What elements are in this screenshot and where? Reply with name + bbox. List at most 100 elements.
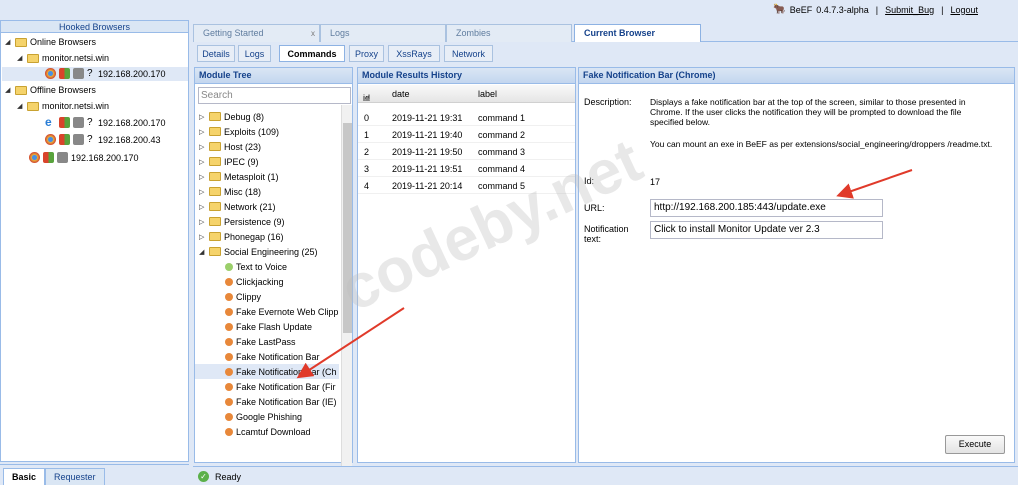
url-label: URL: xyxy=(584,203,605,213)
expand-icon[interactable]: ◢ xyxy=(5,38,12,46)
expand-icon[interactable]: ◢ xyxy=(17,54,24,62)
table-row[interactable]: 4 2019-11-21 20:14 command 5 xyxy=(358,177,575,194)
submit-bug-link[interactable]: Submit_Bug xyxy=(885,5,934,15)
url-field[interactable]: http://192.168.200.185:443/update.exe xyxy=(650,199,883,217)
online-browsers-node[interactable]: ◢ Online Browsers xyxy=(5,37,96,47)
tree-folder-host[interactable]: ▷ Host (23) xyxy=(199,139,339,154)
table-row[interactable]: 3 2019-11-21 19:51 command 4 xyxy=(358,160,575,177)
folder-icon xyxy=(209,142,221,151)
table-row[interactable]: 2 2019-11-21 19:50 command 3 xyxy=(358,143,575,160)
module-item[interactable]: Fake Notification Bar xyxy=(195,349,339,364)
tab-zombies[interactable]: Zombies xyxy=(446,24,572,42)
tab-getting-started[interactable]: Getting Started x xyxy=(193,24,320,42)
folder-icon xyxy=(209,187,221,196)
left-tab-strip: Basic Requester xyxy=(0,464,189,485)
execute-button[interactable]: Execute xyxy=(945,435,1005,454)
module-item[interactable]: Lcamtuf Download xyxy=(195,424,339,439)
logout-link[interactable]: Logout xyxy=(950,5,978,15)
module-item[interactable]: Fake Notification Bar (Fir xyxy=(195,379,339,394)
module-item[interactable]: Fake Flash Update xyxy=(195,319,339,334)
tree-folder-social-engineering[interactable]: ◢ Social Engineering (25) xyxy=(199,244,339,259)
tree-folder-persistence[interactable]: ▷ Persistence (9) xyxy=(199,214,339,229)
module-label: Google Phishing xyxy=(236,411,303,422)
subtab-commands[interactable]: Commands xyxy=(279,45,345,62)
online-browsers-label: Online Browsers xyxy=(30,37,97,47)
module-item[interactable]: Clippy xyxy=(195,289,339,304)
tab-basic[interactable]: Basic xyxy=(3,468,46,485)
browser-ip: 192.168.200.170 xyxy=(71,152,139,163)
id-label: Id: xyxy=(584,176,595,186)
tree-folder-misc[interactable]: ▷ Misc (18) xyxy=(199,184,339,199)
cell-label: command 4 xyxy=(478,164,526,174)
tab-current-browser[interactable]: Current Browser xyxy=(574,24,701,42)
tree-folder-ipec[interactable]: ▷ IPEC (9) xyxy=(199,154,339,169)
tree-folder-phonegap[interactable]: ▷ Phonegap (16) xyxy=(199,229,339,244)
subtab-proxy[interactable]: Proxy xyxy=(349,45,384,62)
tree-folder-exploits[interactable]: ▷ Exploits (109) xyxy=(199,124,339,139)
status-dot-icon xyxy=(225,352,233,361)
col-label[interactable]: label xyxy=(478,89,497,99)
tab-label: Getting Started xyxy=(203,28,264,38)
offline-browsers-node[interactable]: ◢ Offline Browsers xyxy=(5,85,96,95)
table-row[interactable]: 1 2019-11-21 19:40 command 2 xyxy=(358,126,575,143)
tree-folder-network[interactable]: ▷ Network (21) xyxy=(199,199,339,214)
offline-browser-item[interactable]: e ? 192.168.200.170 xyxy=(45,116,166,128)
cell-label: command 5 xyxy=(478,181,526,191)
module-label: Lcamtuf Download xyxy=(236,426,311,437)
close-icon[interactable]: x xyxy=(311,25,315,42)
description-text: Displays a fake notification bar at the … xyxy=(650,97,966,127)
table-row[interactable]: 0 2019-11-21 19:31 command 1 xyxy=(358,109,575,126)
notification-text-field[interactable]: Click to install Monitor Update ver 2.3 xyxy=(650,221,883,239)
module-item[interactable]: Fake LastPass xyxy=(195,334,339,349)
expand-icon[interactable]: ◢ xyxy=(17,102,24,110)
browser-sub-tabs: Details Logs Commands Proxy XssRays Netw… xyxy=(193,44,1018,64)
offline-host-node[interactable]: ◢ monitor.netsi.win xyxy=(17,101,109,111)
module-item[interactable]: Clickjacking xyxy=(195,274,339,289)
col-date[interactable]: date xyxy=(392,89,410,99)
module-details-panel: Fake Notification Bar (Chrome) Descripti… xyxy=(578,67,1015,463)
folder-label: IPEC (9) xyxy=(224,156,259,167)
cell-label: command 1 xyxy=(478,113,526,123)
folder-icon xyxy=(27,53,39,63)
module-item[interactable]: Fake Evernote Web Clipp xyxy=(195,304,339,319)
vertical-scrollbar[interactable] xyxy=(341,105,352,485)
folder-icon xyxy=(209,127,221,136)
folder-label: Phonegap (16) xyxy=(224,231,284,242)
tab-requester[interactable]: Requester xyxy=(45,468,105,485)
id-value: 17 xyxy=(650,177,661,187)
tree-folder-debug[interactable]: ▷ Debug (8) xyxy=(199,109,339,124)
status-dot-icon xyxy=(225,427,233,436)
windows-icon xyxy=(59,117,70,128)
offline-browser-item[interactable]: ? 192.168.200.43 xyxy=(45,134,161,145)
online-browser-item[interactable]: ? 192.168.200.170 xyxy=(45,68,166,79)
chrome-icon xyxy=(45,134,56,145)
hooked-browsers-panel: Hooked Browsers ◢ Online Browsers ◢ moni… xyxy=(0,20,189,462)
subtab-logs[interactable]: Logs xyxy=(238,45,271,62)
module-item[interactable]: Google Phishing xyxy=(195,409,339,424)
cell-id: 3 xyxy=(364,164,370,174)
expand-icon[interactable]: ◢ xyxy=(5,86,12,94)
subtab-details[interactable]: Details xyxy=(197,45,235,62)
browser-ip: 192.168.200.43 xyxy=(98,134,161,145)
app-name: BeEF xyxy=(789,4,813,15)
search-input[interactable]: Search xyxy=(198,87,351,104)
tree-folder-metasploit[interactable]: ▷ Metasploit (1) xyxy=(199,169,339,184)
results-history-title: Module Results History xyxy=(358,68,575,84)
tab-logs[interactable]: Logs xyxy=(320,24,446,42)
online-host-node[interactable]: ◢ monitor.netsi.win xyxy=(17,53,109,63)
unknown-icon: ? xyxy=(87,117,93,128)
module-label: Fake Notification Bar (Ch xyxy=(236,366,337,377)
module-item[interactable]: Text to Voice xyxy=(195,259,339,274)
subtab-xssrays[interactable]: XssRays xyxy=(388,45,440,62)
folder-icon xyxy=(209,157,221,166)
subtab-network[interactable]: Network xyxy=(444,45,493,62)
description-label: Description: xyxy=(584,97,632,107)
results-grid-header: id ▲ date label xyxy=(358,85,575,103)
offline-browser-item[interactable]: 192.168.200.170 xyxy=(29,152,139,163)
module-item-selected[interactable]: Fake Notification Bar (Ch xyxy=(195,364,339,379)
offline-browsers-label: Offline Browsers xyxy=(30,85,96,95)
module-item[interactable]: Fake Notification Bar (IE) xyxy=(195,394,339,409)
status-dot-icon xyxy=(225,412,233,421)
scroll-thumb[interactable] xyxy=(343,123,352,333)
module-tree-panel: Module Tree Search ▷ Debug (8) ▷ Exploits … xyxy=(194,67,353,485)
